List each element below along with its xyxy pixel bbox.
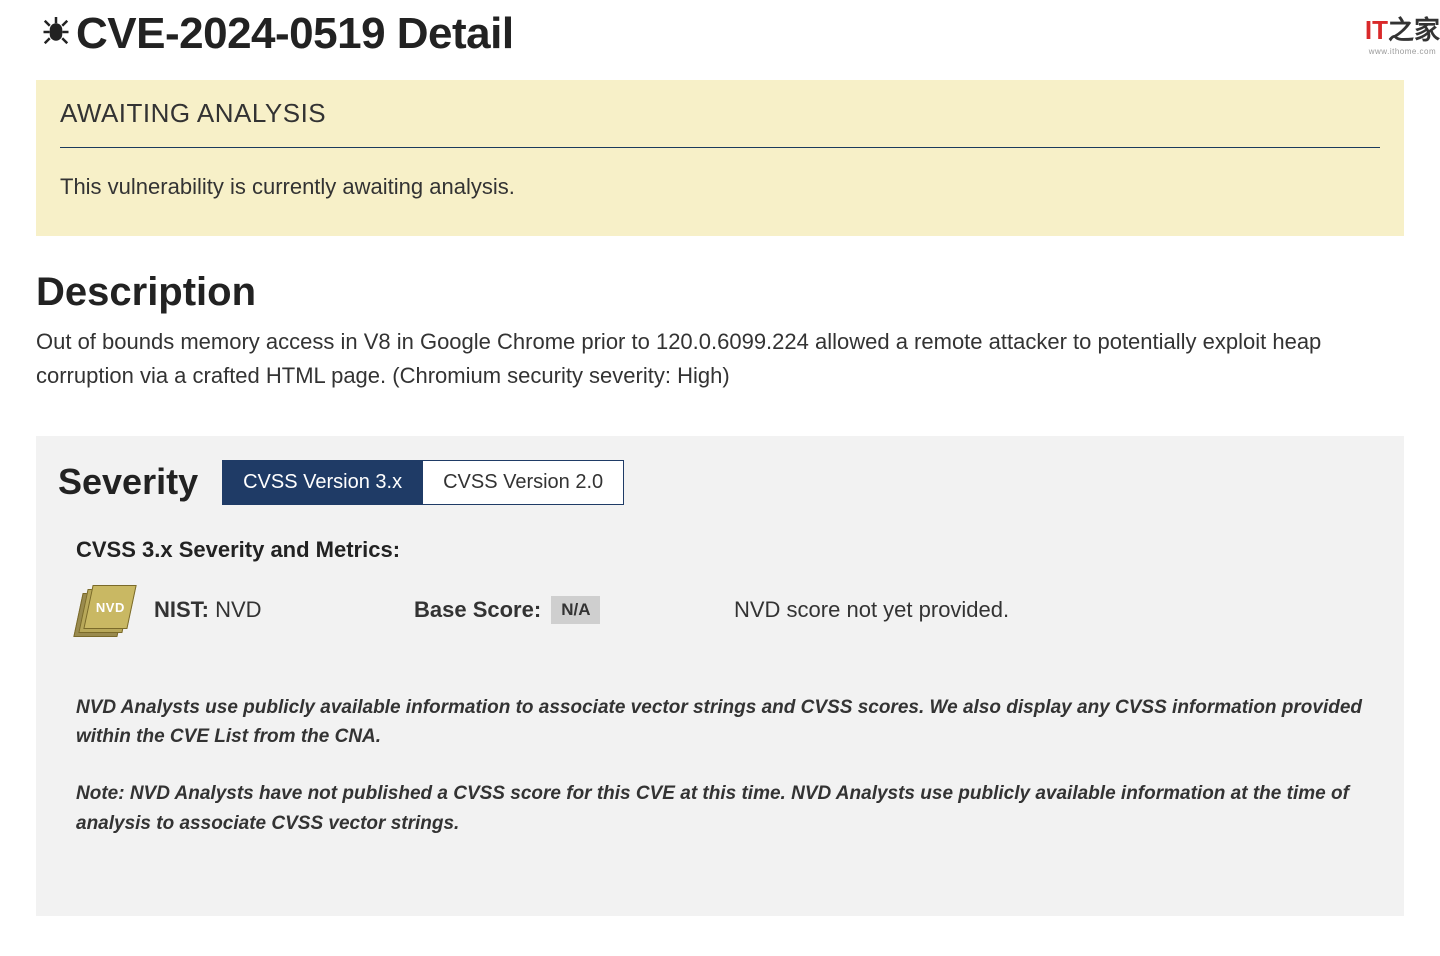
nist-value: NVD [215,597,261,622]
status-heading: AWAITING ANALYSIS [60,98,1380,129]
severity-heading: Severity [58,461,198,503]
status-divider [60,147,1380,148]
tab-cvss-v3[interactable]: CVSS Version 3.x [222,460,423,505]
page-title: CVE-2024-0519 Detail [76,10,514,58]
analyst-note-1: NVD Analysts use publicly available info… [76,693,1364,752]
status-banner: AWAITING ANALYSIS This vulnerability is … [36,80,1404,236]
description-heading: Description [36,270,1404,315]
page: CVE-2024-0519 Detail IT之家 www.ithome.com… [0,0,1440,956]
severity-tabs: CVSS Version 3.x CVSS Version 2.0 [222,460,624,505]
base-score-value: N/A [551,596,600,624]
base-score: Base Score: N/A [414,596,714,624]
source-watermark: IT之家 www.ithome.com [1365,10,1440,56]
alert-bug-icon [36,12,76,52]
watermark-logo: IT之家 [1365,10,1440,47]
tab-cvss-v2[interactable]: CVSS Version 2.0 [423,460,624,505]
nist-source: NIST: NVD [154,597,394,623]
status-message: This vulnerability is currently awaiting… [60,174,1380,200]
watermark-logo-primary: IT [1365,15,1388,45]
nvd-badge-icon: NVD [76,583,134,637]
analyst-note-2: Note: NVD Analysts have not published a … [76,779,1364,838]
score-pending-text: NVD score not yet provided. [734,597,1009,623]
severity-header: Severity CVSS Version 3.x CVSS Version 2… [36,460,1404,505]
base-score-label: Base Score: [414,597,541,623]
watermark-subtext: www.ithome.com [1365,47,1440,56]
severity-section: Severity CVSS Version 3.x CVSS Version 2… [36,436,1404,917]
nist-label: NIST: [154,597,209,622]
analyst-notes: NVD Analysts use publicly available info… [76,693,1364,839]
watermark-logo-secondary: 之家 [1388,15,1440,45]
metrics-heading: CVSS 3.x Severity and Metrics: [76,537,1364,563]
nvd-badge-text: NVD [96,599,125,614]
title-row: CVE-2024-0519 Detail IT之家 www.ithome.com [0,0,1440,58]
metrics-row: NVD NIST: NVD Base Score: N/A NVD score … [36,583,1404,637]
description-text: Out of bounds memory access in V8 in Goo… [36,325,1404,393]
